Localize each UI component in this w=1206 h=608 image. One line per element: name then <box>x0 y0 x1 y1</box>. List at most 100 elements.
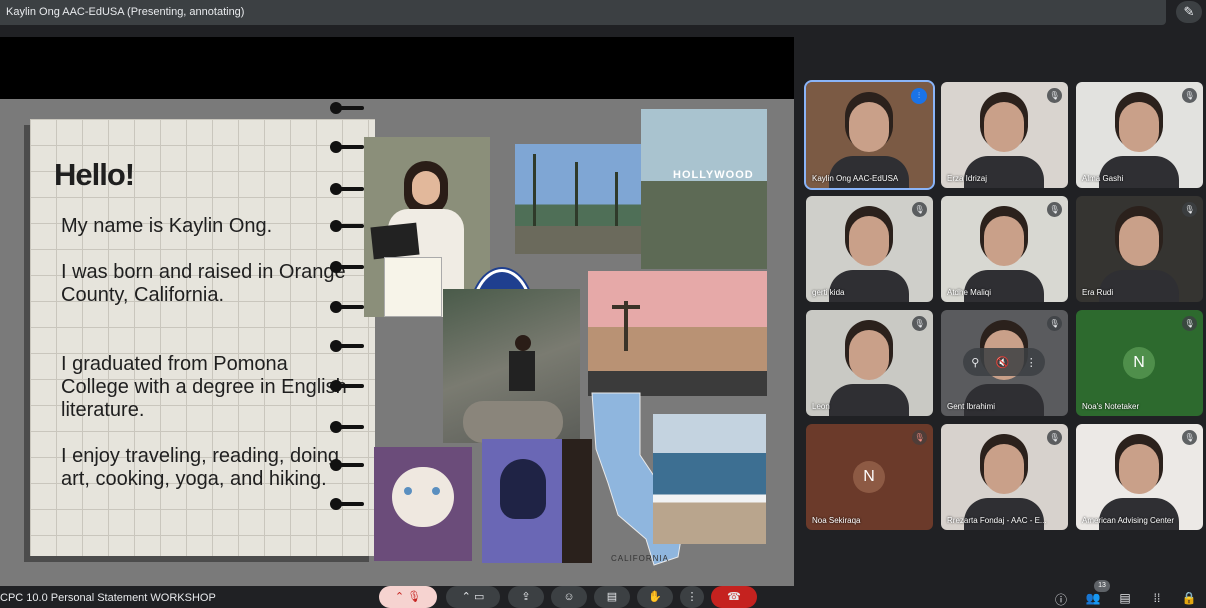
participant-name: Kaylin Ong AAC-EdUSA <box>812 174 899 183</box>
palm-beach-photo <box>515 144 652 254</box>
leave-call-button[interactable]: ☎ <box>711 586 757 608</box>
raise-hand-button[interactable]: ✋ <box>637 586 673 608</box>
captions-icon: ▤ <box>606 591 618 603</box>
avatar: N <box>853 461 885 493</box>
avatar: N <box>1123 347 1155 379</box>
participant-name: Noa's Notetaker <box>1082 402 1140 411</box>
more-options-button[interactable]: ⋮ <box>680 586 704 608</box>
tile-hover-controls: ⚲ 🔇 ⋮ <box>963 348 1045 376</box>
notebook-page: Hello! My name is Kaylin Ong. I was born… <box>30 119 375 556</box>
chat-button[interactable]: ▤ <box>1116 591 1134 605</box>
binder-ring <box>330 183 364 195</box>
annotate-button[interactable]: ✎ <box>1176 1 1202 23</box>
desert-road-photo <box>588 271 767 396</box>
california-label: CALIFORNIA <box>611 554 670 563</box>
hollywood-sign-text: HOLLYWOOD <box>673 169 754 181</box>
info-button[interactable]: ⓘ <box>1052 591 1070 608</box>
painting-photo <box>482 439 592 563</box>
slide-paragraph: I graduated from Pomona College with a d… <box>61 353 347 421</box>
participant-name: Erza Idrizaj <box>947 174 988 183</box>
pen-icon: ✎ <box>1183 4 1195 19</box>
slide-greeting: Hello! <box>54 157 135 192</box>
binder-ring <box>330 498 364 510</box>
binder-ring <box>330 102 364 114</box>
binder-ring <box>330 141 364 153</box>
binder-ring <box>330 301 364 313</box>
binder-ring <box>330 421 364 433</box>
participant-name: gerti kida <box>812 288 845 297</box>
participant-name: Atdhe Maliqi <box>947 288 992 297</box>
participant-name: Alma Gashi <box>1082 174 1124 183</box>
mic-off-icon: 🎙 <box>1182 430 1197 445</box>
presentation-stage: Hello! My name is Kaylin Ong. I was born… <box>0 37 794 586</box>
participant-tile[interactable]: 🎙 Alma Gashi <box>1076 82 1203 188</box>
shared-slide: Hello! My name is Kaylin Ong. I was born… <box>0 99 794 586</box>
people-count-badge: 13 <box>1094 580 1110 592</box>
participant-video <box>1119 102 1159 152</box>
participant-name: Gent Ibrahimi <box>947 402 996 411</box>
participant-video <box>1119 216 1159 266</box>
participant-tile[interactable]: N 🎙 Noa's Notetaker <box>1076 310 1203 416</box>
mic-off-icon: 🎙 <box>1047 316 1062 331</box>
participant-tile[interactable]: 🎙 Leon <box>806 310 933 416</box>
participant-tile[interactable]: 🎙 ⚲ 🔇 ⋮ Gent Ibrahimi <box>941 310 1068 416</box>
present-icon: ⇪ <box>521 591 531 603</box>
mic-off-icon: 🎙 <box>1047 88 1062 103</box>
hollywood-sign-photo: HOLLYWOOD <box>641 109 767 269</box>
participant-video <box>984 216 1024 266</box>
mic-off-icon: 🎙 <box>1182 202 1197 217</box>
participant-tile[interactable]: 🎙 Erza Idrizaj <box>941 82 1068 188</box>
mic-off-icon: 🎙 <box>1182 88 1197 103</box>
emoji-button[interactable]: ☺ <box>551 586 587 608</box>
pin-icon[interactable]: ⚲ <box>971 356 979 369</box>
people-button[interactable]: 👥 <box>1084 591 1102 605</box>
present-button[interactable]: ⇪ <box>508 586 544 608</box>
hiking-photo <box>443 289 580 443</box>
participant-name: American Advising Center <box>1082 516 1175 525</box>
mic-button[interactable]: ⌃ 🎙 <box>379 586 437 608</box>
activities-button[interactable]: ⁞⁞ <box>1148 591 1166 605</box>
participant-video <box>984 444 1024 494</box>
binder-ring <box>330 220 364 232</box>
host-controls-button[interactable]: 🔒 <box>1180 591 1198 605</box>
presentation-header: Kaylin Ong AAC-EdUSA (Presenting, annota… <box>0 0 1166 25</box>
participant-tile[interactable]: 🎙 American Advising Center <box>1076 424 1203 530</box>
mic-off-icon: 🎙 <box>1182 316 1197 331</box>
participant-tile[interactable]: 🎙 Era Rudi <box>1076 196 1203 302</box>
binder-ring <box>330 261 364 273</box>
presenter-title: Kaylin Ong AAC-EdUSA (Presenting, annota… <box>6 6 245 18</box>
speaking-icon: ⫶ <box>911 88 927 104</box>
meeting-title: CPC 10.0 Personal Statement WORKSHOP <box>0 592 216 604</box>
raise-hand-icon: ✋ <box>648 591 662 603</box>
participant-video <box>1119 444 1159 494</box>
mic-off-icon: 🎙 <box>912 202 927 217</box>
participant-name: Leon <box>812 402 830 411</box>
participant-tile[interactable]: ⫶ Kaylin Ong AAC-EdUSA <box>804 80 935 190</box>
participant-tile[interactable]: 🎙 Atdhe Maliqi <box>941 196 1068 302</box>
slide-paragraph: I was born and raised in Orange County, … <box>61 261 346 306</box>
mute-icon[interactable]: 🔇 <box>996 356 1010 369</box>
hangup-icon: ☎ <box>727 591 741 603</box>
participant-tile[interactable]: 🎙 Rrezarta Fondaj - AAC - E... <box>941 424 1068 530</box>
camera-icon: ▭ <box>473 591 485 603</box>
cat-photo <box>374 447 472 561</box>
ocean-beach-photo <box>653 414 766 544</box>
participant-video <box>849 102 889 152</box>
participant-video <box>849 330 889 380</box>
mic-off-icon: 🎙 <box>912 430 927 445</box>
camera-button[interactable]: ⌃ ▭ <box>446 586 500 608</box>
participant-video <box>984 102 1024 152</box>
people-icon: 👥 <box>1085 591 1101 605</box>
activities-icon: ⁞⁞ <box>1153 591 1161 605</box>
participant-name: Rrezarta Fondaj - AAC - E... <box>947 516 1047 525</box>
mic-off-icon: 🎙 <box>1047 202 1062 217</box>
more-icon[interactable]: ⋮ <box>1026 356 1037 369</box>
chevron-up-icon: ⌃ <box>461 591 471 603</box>
captions-button[interactable]: ▤ <box>594 586 630 608</box>
slide-paragraph: I enjoy traveling, reading, doing art, c… <box>61 445 339 490</box>
participant-tile[interactable]: N 🎙 Noa Sekiraqa <box>806 424 933 530</box>
participant-video <box>849 216 889 266</box>
emoji-icon: ☺ <box>563 591 575 603</box>
info-icon: ⓘ <box>1054 593 1067 607</box>
participant-tile[interactable]: 🎙 gerti kida <box>806 196 933 302</box>
